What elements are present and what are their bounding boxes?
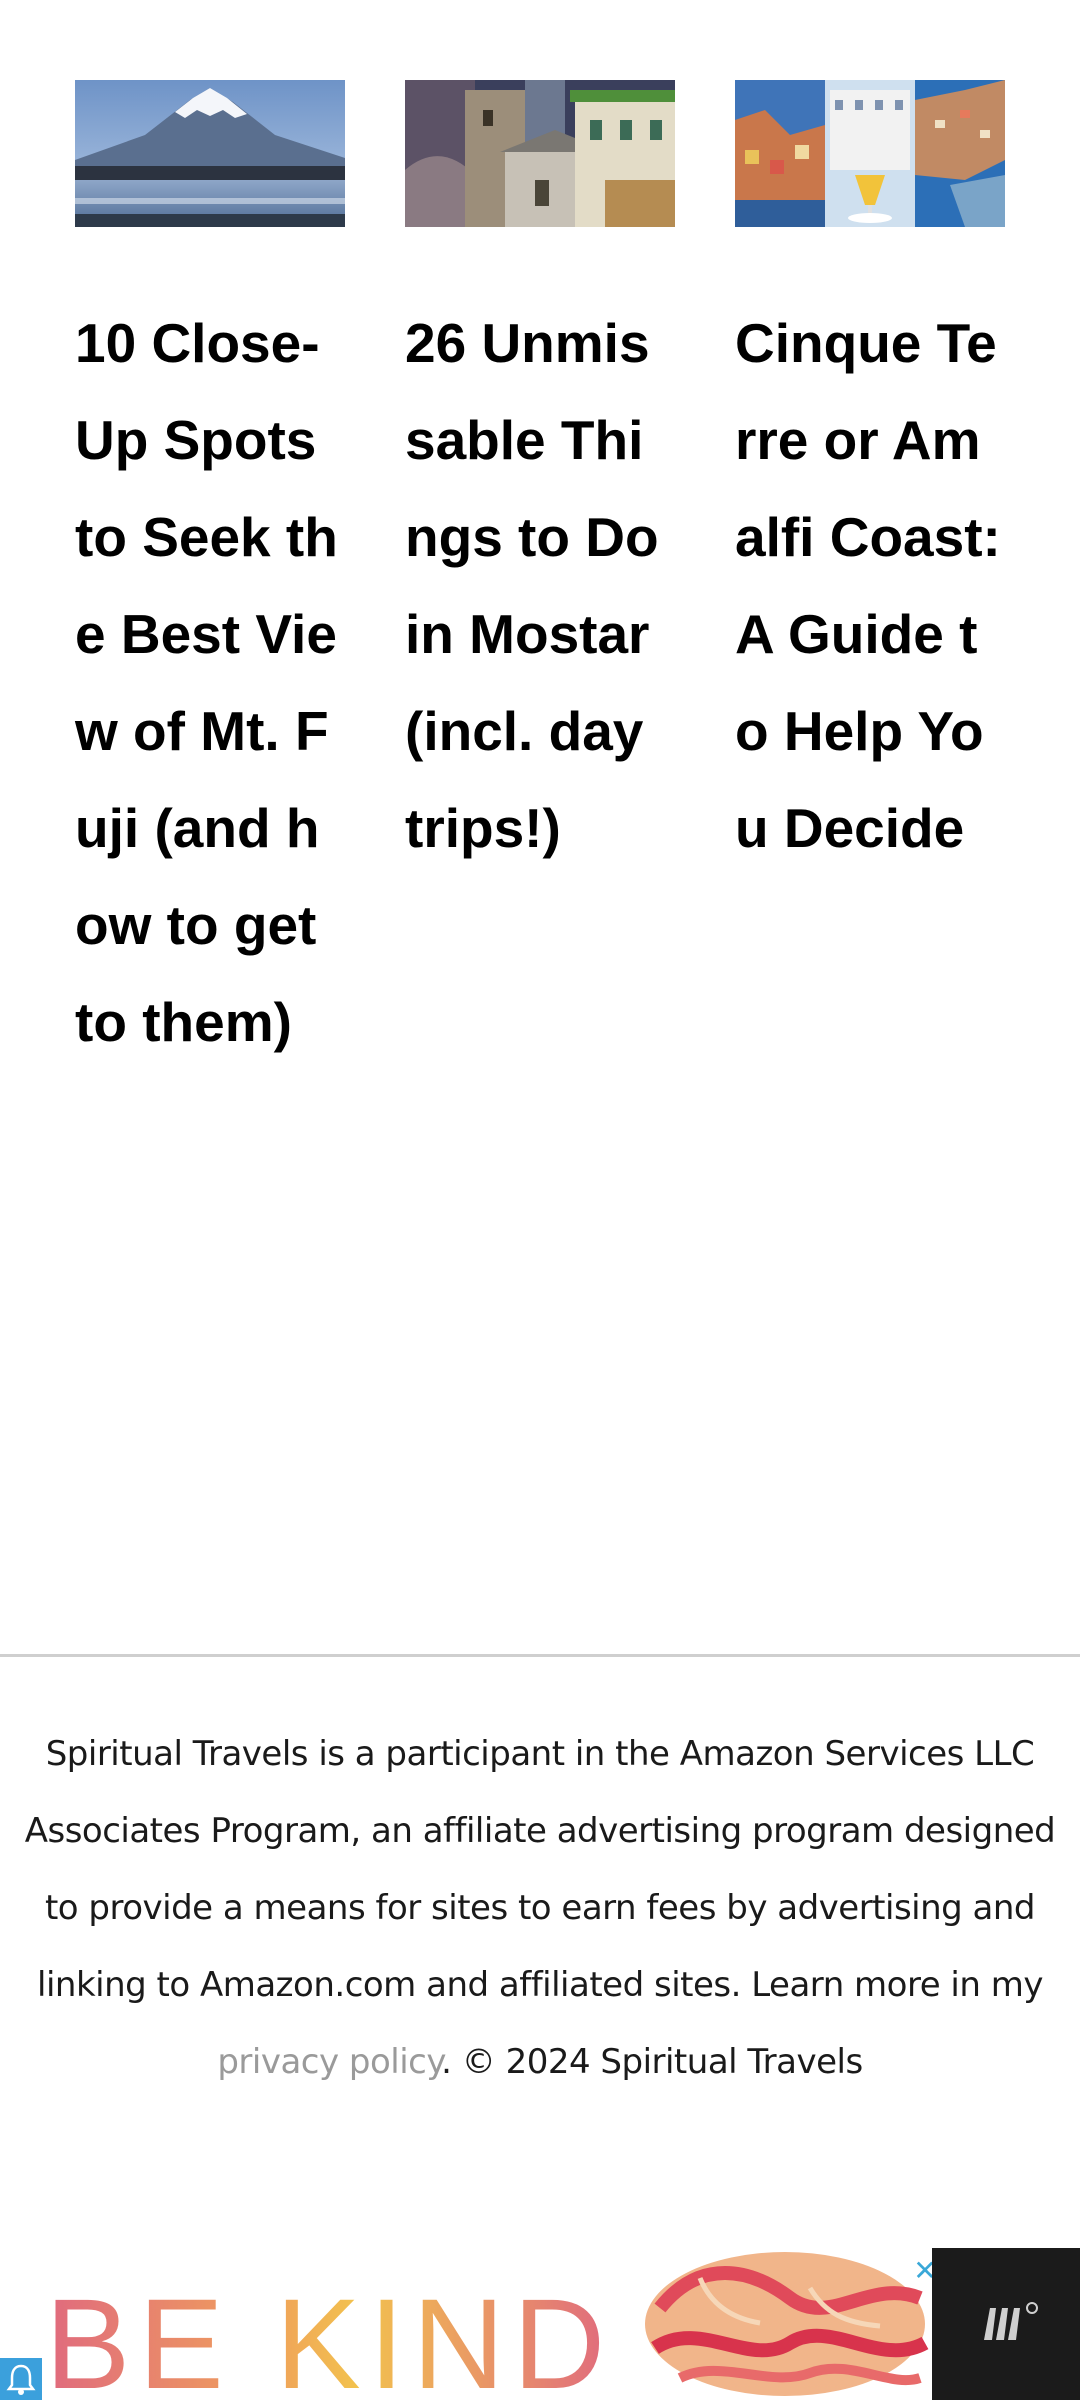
notification-bell-button[interactable] [0, 2358, 42, 2400]
privacy-policy-link[interactable]: privacy policy [217, 2042, 441, 2082]
related-post-card[interactable]: Cinque Terre or Amalfi Coast: A Guide to… [735, 80, 1005, 877]
ad-brand-logo-icon [984, 2302, 1038, 2340]
affiliate-disclosure: Spiritual Travels is a participant in th… [20, 1716, 1060, 2101]
copyright-text: . © 2024 Spiritual Travels [441, 2042, 863, 2082]
cinque-terre-amalfi-thumbnail[interactable] [735, 80, 1005, 227]
disclosure-text: Spiritual Travels is a participant in th… [24, 1734, 1056, 2005]
ad-banner[interactable]: BE KIND ✕ [0, 2248, 1080, 2400]
related-post-title[interactable]: 10 Close-Up Spots to Seek the Best View … [75, 295, 345, 1071]
related-post-card[interactable]: 10 Close-Up Spots to Seek the Best View … [75, 80, 345, 1071]
ad-headline[interactable]: BE KIND [45, 2270, 613, 2400]
footer-divider [0, 1654, 1080, 1657]
mostar-thumbnail[interactable] [405, 80, 675, 227]
related-posts-grid: 10 Close-Up Spots to Seek the Best View … [75, 80, 1005, 1160]
related-post-title[interactable]: Cinque Terre or Amalfi Coast: A Guide to… [735, 295, 1005, 877]
ad-lettering-art[interactable] [640, 2248, 930, 2400]
bell-icon [6, 2364, 36, 2395]
related-post-title[interactable]: 26 Unmissable Things to Do in Mostar (in… [405, 295, 675, 877]
mt-fuji-thumbnail[interactable] [75, 80, 345, 227]
ad-brand-logo[interactable] [932, 2248, 1080, 2400]
related-post-card[interactable]: 26 Unmissable Things to Do in Mostar (in… [405, 80, 675, 877]
